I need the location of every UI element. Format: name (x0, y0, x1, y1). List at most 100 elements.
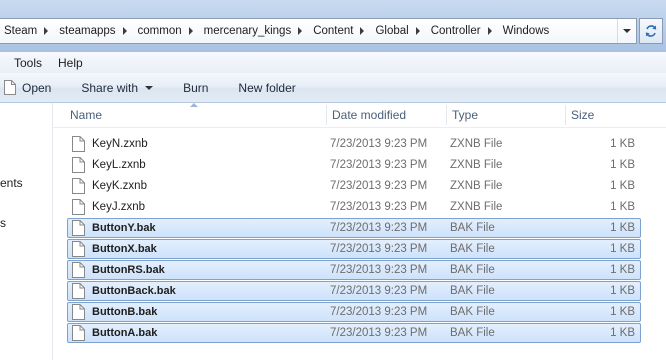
generic-file-icon (72, 220, 85, 236)
menu-bar: Tools Help (0, 52, 666, 74)
share-with-label: Share with (81, 80, 139, 95)
column-header-size[interactable]: Size (565, 103, 655, 127)
file-type: ZXNB File (450, 138, 503, 150)
open-label: Open (22, 80, 52, 95)
breadcrumb-content[interactable]: Content (309, 19, 371, 43)
file-size: 1 KB (610, 159, 635, 171)
file-type: ZXNB File (450, 159, 503, 171)
breadcrumb-chevron-icon[interactable] (122, 27, 127, 35)
generic-file-icon (72, 304, 85, 320)
file-size: 1 KB (610, 306, 635, 318)
generic-file-icon (72, 262, 85, 278)
file-name: KeyL.zxnb (92, 159, 146, 171)
open-button[interactable]: Open (0, 73, 66, 102)
breadcrumb-label: common (137, 25, 182, 37)
file-name: KeyJ.zxnb (92, 201, 146, 213)
file-row[interactable]: KeyN.zxnb 7/23/2013 9:23 PM ZXNB File 1 … (67, 134, 641, 154)
file-date: 7/23/2013 9:23 PM (330, 264, 428, 276)
share-with-button[interactable]: Share with (66, 73, 168, 102)
file-row-selected[interactable]: ButtonX.bak 7/23/2013 9:23 PM BAK File 1… (67, 239, 641, 259)
breadcrumb-global[interactable]: Global (371, 19, 426, 43)
refresh-icon (645, 25, 657, 37)
file-row-selected[interactable]: ButtonBack.bak 7/23/2013 9:23 PM BAK Fil… (67, 281, 641, 301)
file-type: BAK File (450, 222, 495, 234)
generic-file-icon (72, 136, 85, 152)
file-size: 1 KB (610, 285, 635, 297)
file-type: BAK File (450, 285, 495, 297)
breadcrumb-label: Controller (430, 25, 481, 37)
file-date: 7/23/2013 9:23 PM (330, 222, 428, 234)
breadcrumb-mercenary-kings[interactable]: mercenary_kings (200, 19, 310, 43)
breadcrumb-label: Windows (502, 25, 550, 37)
breadcrumb-chevron-icon[interactable] (415, 27, 420, 35)
document-icon (4, 80, 16, 95)
file-name: KeyN.zxnb (92, 138, 148, 150)
refresh-button[interactable] (639, 18, 663, 44)
column-header-date[interactable]: Date modified (326, 103, 446, 127)
breadcrumb-chevron-icon[interactable] (44, 27, 49, 35)
file-list: KeyN.zxnb 7/23/2013 9:23 PM ZXNB File 1 … (53, 127, 666, 360)
file-type: BAK File (450, 306, 495, 318)
generic-file-icon (72, 283, 85, 299)
generic-file-icon (72, 325, 85, 341)
breadcrumb-controller[interactable]: Controller (427, 19, 499, 43)
breadcrumb-chevron-icon[interactable] (360, 27, 365, 35)
file-name: ButtonB.bak (92, 306, 158, 318)
breadcrumb-steamapps[interactable]: steamapps (55, 19, 133, 43)
file-row[interactable]: KeyJ.zxnb 7/23/2013 9:23 PM ZXNB File 1 … (67, 197, 641, 217)
file-row[interactable]: KeyK.zxnb 7/23/2013 9:23 PM ZXNB File 1 … (67, 176, 641, 196)
file-type: BAK File (450, 243, 495, 255)
column-header-name[interactable]: Name (64, 103, 326, 127)
nav-item-partial[interactable]: s (0, 216, 6, 230)
breadcrumb-chevron-icon[interactable] (298, 27, 303, 35)
file-size: 1 KB (610, 243, 635, 255)
navigation-pane[interactable]: ents s (0, 103, 53, 360)
chevron-down-icon (145, 85, 154, 90)
file-date: 7/23/2013 9:23 PM (330, 306, 428, 318)
chevron-down-icon (623, 29, 631, 33)
address-bar[interactable]: Steam steamapps common mercenary_kings C… (0, 18, 637, 44)
breadcrumb-label: steamapps (59, 25, 116, 37)
file-name: KeyK.zxnb (92, 180, 147, 192)
file-name: ButtonRS.bak (92, 264, 165, 276)
generic-file-icon (72, 199, 85, 215)
menu-tools[interactable]: Tools (0, 56, 50, 70)
file-date: 7/23/2013 9:23 PM (330, 159, 428, 171)
breadcrumb-label: Global (375, 25, 409, 37)
file-date: 7/23/2013 9:23 PM (330, 201, 428, 213)
file-row-selected[interactable]: ButtonY.bak 7/23/2013 9:23 PM BAK File 1… (67, 218, 641, 238)
breadcrumb-windows[interactable]: Windows (499, 19, 550, 43)
generic-file-icon (72, 157, 85, 173)
file-type: ZXNB File (450, 180, 503, 192)
title-strip: Steam steamapps common mercenary_kings C… (0, 0, 666, 52)
file-name: ButtonY.bak (92, 222, 156, 234)
file-size: 1 KB (610, 201, 635, 213)
breadcrumb-label: Content (313, 25, 354, 37)
file-type: ZXNB File (450, 201, 503, 213)
nav-item-partial[interactable]: ents (0, 176, 23, 190)
file-row[interactable]: KeyL.zxnb 7/23/2013 9:23 PM ZXNB File 1 … (67, 155, 641, 175)
breadcrumb-steam[interactable]: Steam (0, 19, 55, 43)
file-date: 7/23/2013 9:23 PM (330, 138, 428, 150)
file-row-selected[interactable]: ButtonB.bak 7/23/2013 9:23 PM BAK File 1… (67, 302, 641, 322)
column-header-row: Name Date modified Type Size (53, 103, 666, 128)
file-name: ButtonX.bak (92, 243, 157, 255)
file-row-selected[interactable]: ButtonA.bak 7/23/2013 9:23 PM BAK File 1… (67, 323, 641, 343)
breadcrumb-common[interactable]: common (134, 19, 200, 43)
file-date: 7/23/2013 9:23 PM (330, 285, 428, 297)
file-date: 7/23/2013 9:23 PM (330, 180, 428, 192)
menu-help[interactable]: Help (50, 56, 91, 70)
new-folder-button[interactable]: New folder (223, 73, 310, 102)
breadcrumb-chevron-icon[interactable] (188, 27, 193, 35)
breadcrumb-label: Steam (4, 25, 38, 37)
file-size: 1 KB (610, 264, 635, 276)
command-bar: Open Share with Burn New folder (0, 73, 666, 103)
file-size: 1 KB (610, 327, 635, 339)
file-name: ButtonA.bak (92, 327, 158, 339)
breadcrumb-chevron-icon[interactable] (487, 27, 492, 35)
address-history-dropdown[interactable] (617, 19, 636, 43)
generic-file-icon (72, 241, 85, 257)
file-row-selected[interactable]: ButtonRS.bak 7/23/2013 9:23 PM BAK File … (67, 260, 641, 280)
burn-button[interactable]: Burn (168, 73, 223, 102)
column-header-type[interactable]: Type (446, 103, 565, 127)
